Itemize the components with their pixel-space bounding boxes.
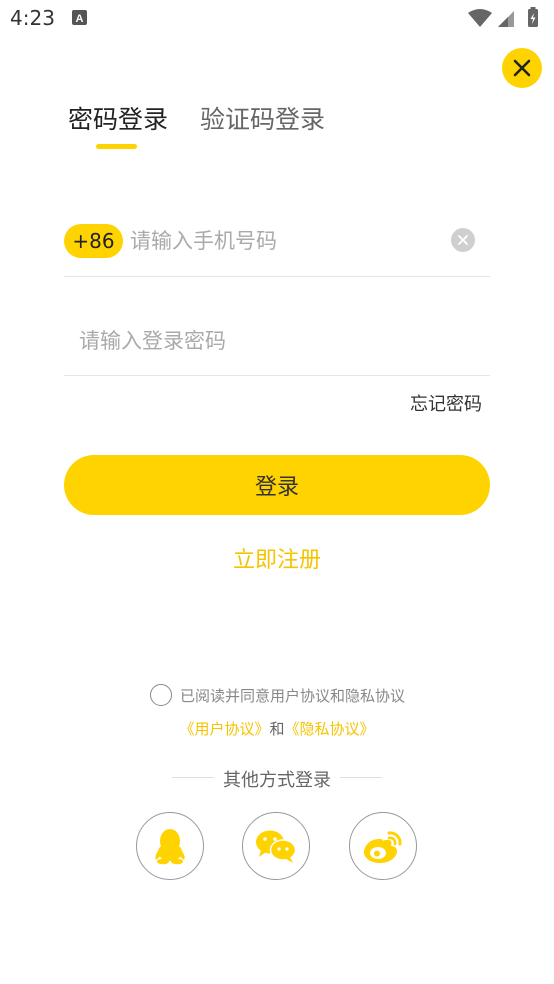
user-agreement-link[interactable]: 《用户协议》 (179, 720, 269, 738)
signal-icon (498, 11, 514, 27)
wifi-icon (468, 9, 492, 27)
other-login-divider: 其他方式登录 (172, 766, 382, 791)
agreement-and-text: 和 (269, 720, 285, 738)
login-button[interactable]: 登录 (64, 455, 490, 515)
wechat-login-button[interactable] (242, 812, 310, 880)
status-bar: 4:23 A (0, 0, 554, 38)
svg-text:A: A (76, 13, 84, 25)
login-tabs: 密码登录 验证码登录 (68, 100, 388, 160)
tab-password-login[interactable]: 密码登录 (68, 100, 168, 136)
close-icon (513, 59, 531, 77)
status-time: 4:23 (10, 6, 55, 30)
agreement-text: 已阅读并同意用户协议和隐私协议 (180, 686, 406, 705)
password-input[interactable] (79, 322, 479, 360)
phone-row: +86 (64, 222, 490, 277)
agreement-links: 《用户协议》和《隐私协议》 (0, 718, 554, 739)
register-link[interactable]: 立即注册 (0, 542, 554, 574)
wechat-icon (256, 830, 297, 863)
tab-sms-login[interactable]: 验证码登录 (200, 100, 325, 136)
privacy-agreement-link[interactable]: 《隐私协议》 (285, 720, 375, 738)
clear-phone-button[interactable] (451, 228, 475, 252)
agreement-row: 已阅读并同意用户协议和隐私协议 (150, 683, 450, 707)
battery-icon (528, 7, 538, 27)
forgot-password-link[interactable]: 忘记密码 (410, 390, 482, 416)
weibo-icon (364, 831, 402, 863)
clear-icon (458, 235, 468, 245)
qq-login-button[interactable] (136, 812, 204, 880)
qq-icon (155, 829, 185, 865)
country-code-selector[interactable]: +86 (64, 224, 123, 258)
active-tab-indicator (96, 144, 137, 149)
password-row (64, 320, 490, 376)
other-login-label: 其他方式登录 (223, 770, 331, 791)
weibo-login-button[interactable] (349, 812, 417, 880)
phone-input[interactable] (130, 222, 440, 260)
agreement-checkbox[interactable] (150, 684, 172, 706)
accessibility-notification-icon: A (72, 10, 87, 25)
close-button[interactable] (502, 48, 542, 88)
status-right-icons (466, 6, 546, 30)
divider-right (340, 777, 382, 778)
